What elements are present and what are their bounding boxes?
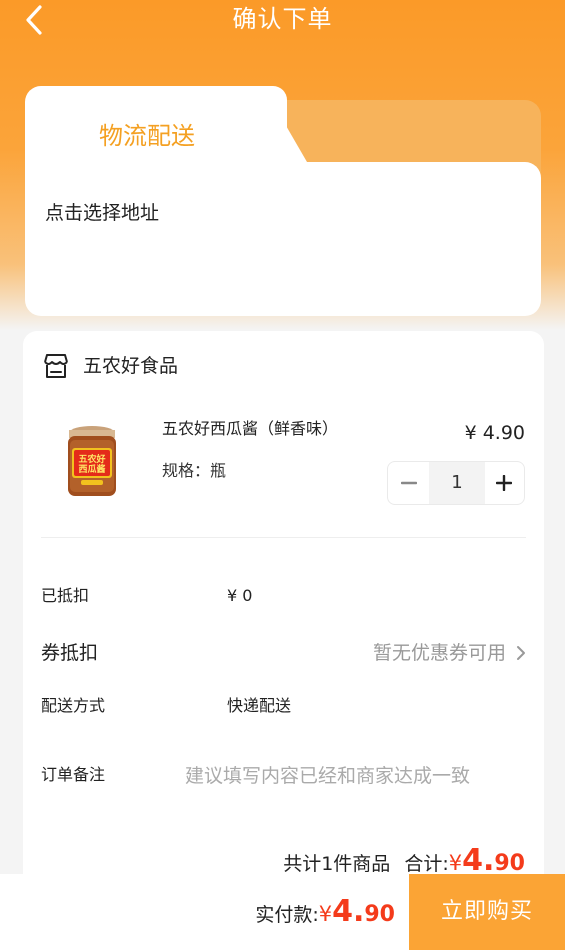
minus-icon: [400, 481, 417, 485]
shipping-method-value[interactable]: 快递配送: [227, 694, 291, 718]
item-count: 共计1件商品: [283, 853, 391, 875]
tab-logistics-delivery[interactable]: 物流配送: [25, 86, 287, 176]
select-address-link[interactable]: 点击选择地址: [45, 198, 159, 228]
product-image[interactable]: 五农好 西瓜酱: [63, 424, 121, 499]
actual-payment: 实付款:¥4.90: [255, 894, 395, 929]
pay-currency: ¥: [318, 902, 333, 926]
product-price: ¥ 4.90: [464, 422, 525, 444]
quantity-value[interactable]: 1: [429, 462, 485, 504]
order-remark-input[interactable]: [185, 761, 530, 791]
tab-slant: [263, 86, 307, 162]
quantity-stepper: 1: [387, 461, 525, 505]
buy-now-button[interactable]: 立即购买: [409, 874, 565, 950]
total-decimal: 90: [494, 851, 525, 876]
order-remark-label: 订单备注: [41, 765, 106, 784]
deducted-label: 已抵扣: [41, 586, 90, 605]
deducted-value: ¥ 0: [227, 586, 253, 605]
tab-label: 物流配送: [99, 122, 195, 150]
svg-text:五农好: 五农好: [78, 453, 105, 465]
svg-text:西瓜酱: 西瓜酱: [78, 463, 105, 475]
pay-decimal: 90: [364, 902, 395, 927]
order-card: 五农好食品 五农好 西瓜酱 五农好西瓜酱（鲜香味） 规格：瓶 ¥ 4.90 1 …: [23, 331, 544, 891]
shipping-method-label: 配送方式: [41, 696, 106, 715]
store-icon: [44, 354, 68, 378]
product-spec: 规格：瓶: [162, 461, 227, 480]
order-summary: 共计1件商品 合计:¥4.90: [283, 843, 525, 878]
pay-integer: 4.: [332, 894, 365, 929]
plus-icon: [495, 475, 512, 491]
decrease-quantity-button[interactable]: [388, 462, 429, 504]
total-label: 合计:: [404, 853, 449, 875]
coupon-selector[interactable]: 暂无优惠券可用: [373, 640, 506, 666]
increase-quantity-button[interactable]: [483, 462, 524, 504]
address-panel: [25, 162, 541, 316]
total-currency: ¥: [448, 851, 463, 875]
delivery-card: 物流配送 点击选择地址: [25, 86, 541, 316]
coupon-label: 券抵扣: [41, 642, 99, 664]
total-integer: 4.: [462, 843, 495, 878]
pay-label: 实付款:: [255, 904, 319, 926]
product-name[interactable]: 五农好西瓜酱（鲜香味）: [162, 417, 338, 441]
divider: [41, 537, 526, 538]
page-title: 确认下单: [232, 5, 333, 33]
chevron-right-icon[interactable]: [515, 644, 527, 662]
store-name: 五农好食品: [83, 355, 179, 377]
